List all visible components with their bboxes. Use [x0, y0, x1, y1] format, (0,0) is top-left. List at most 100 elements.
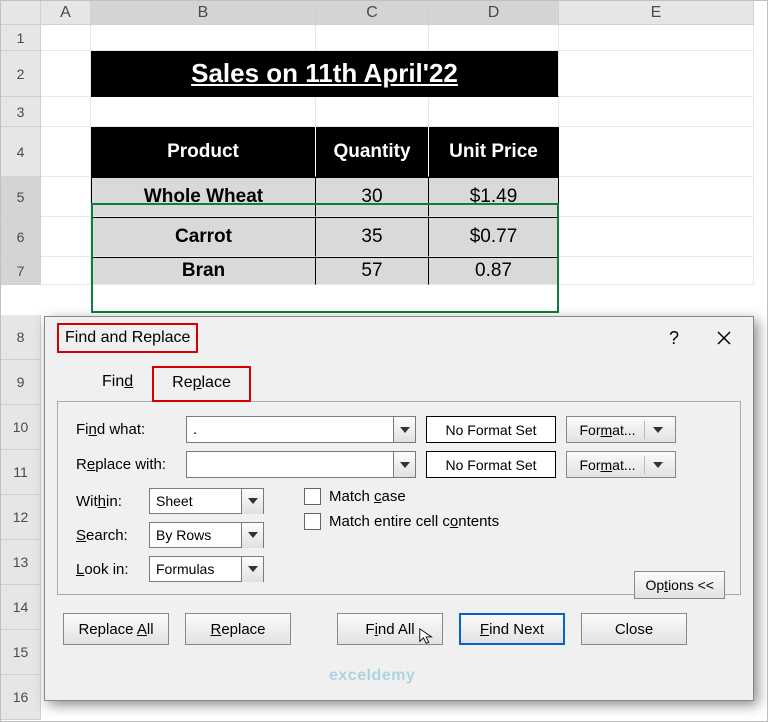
cell[interactable]	[429, 97, 559, 127]
cell[interactable]	[559, 51, 754, 97]
header-unit-price[interactable]: Unit Price	[429, 127, 559, 177]
close-icon[interactable]	[701, 323, 747, 353]
row-header-5[interactable]: 5	[1, 177, 41, 217]
row-header-8[interactable]: 8	[1, 315, 41, 360]
row-header-11[interactable]: 11	[1, 450, 41, 495]
cell[interactable]	[429, 25, 559, 51]
match-case-label: Match case	[329, 488, 406, 505]
cell-product[interactable]: Carrot	[91, 217, 316, 257]
cell-unit-price[interactable]: $0.77	[429, 217, 559, 257]
row-header-10[interactable]: 10	[1, 405, 41, 450]
row-header-7[interactable]: 7	[1, 257, 41, 285]
dialog-tabs: Find Replace	[57, 365, 741, 402]
look-in-dropdown[interactable]: Formulas	[149, 556, 264, 582]
select-all-corner[interactable]	[1, 1, 41, 25]
cell[interactable]	[316, 25, 429, 51]
row-header-1[interactable]: 1	[1, 25, 41, 51]
chevron-down-icon[interactable]	[241, 489, 263, 514]
replace-format-button[interactable]: Format...	[566, 451, 676, 478]
help-button[interactable]: ?	[651, 323, 697, 353]
row-header-9[interactable]: 9	[1, 360, 41, 405]
col-header-B[interactable]: B	[91, 1, 316, 25]
cell[interactable]	[559, 97, 754, 127]
row-headers-continued: 8 9 10 11 12 13 14 15 16	[1, 315, 41, 720]
cell[interactable]	[41, 25, 91, 51]
title-cell[interactable]: Sales on 11th April'22	[91, 51, 559, 97]
label-find-what: Find what:	[76, 421, 176, 438]
cell[interactable]	[559, 177, 754, 217]
cell[interactable]	[316, 97, 429, 127]
header-product[interactable]: Product	[91, 127, 316, 177]
chevron-down-icon[interactable]	[241, 557, 263, 582]
dialog-buttons: Replace All Replace Find All Find Next C…	[45, 595, 753, 655]
row-header-14[interactable]: 14	[1, 585, 41, 630]
cell[interactable]	[41, 51, 91, 97]
row-header-15[interactable]: 15	[1, 630, 41, 675]
cell-unit-price[interactable]: 0.87	[429, 257, 559, 285]
find-what-input[interactable]: .	[186, 416, 416, 443]
search-options-left: Within: Sheet Search: By Rows Look in:	[76, 488, 264, 590]
chevron-down-icon[interactable]	[393, 417, 415, 442]
find-what-value: .	[187, 421, 393, 438]
search-options-right: Match case Match entire cell contents	[304, 488, 499, 590]
row-header-13[interactable]: 13	[1, 540, 41, 585]
find-replace-dialog: Find and Replace ? Find Replace Find wha…	[44, 316, 754, 701]
cell-quantity[interactable]: 35	[316, 217, 429, 257]
cell-quantity[interactable]: 57	[316, 257, 429, 285]
match-case-checkbox[interactable]	[304, 488, 321, 505]
cell[interactable]	[41, 127, 91, 177]
cell-product[interactable]: Whole Wheat	[91, 177, 316, 217]
col-header-C[interactable]: C	[316, 1, 429, 25]
cell[interactable]	[91, 97, 316, 127]
match-entire-checkbox[interactable]	[304, 513, 321, 530]
row-header-2[interactable]: 2	[1, 51, 41, 97]
label-look-in: Look in:	[76, 561, 141, 578]
row-header-3[interactable]: 3	[1, 97, 41, 127]
within-dropdown[interactable]: Sheet	[149, 488, 264, 514]
cell[interactable]	[41, 217, 91, 257]
cell[interactable]	[559, 217, 754, 257]
chevron-down-icon[interactable]	[393, 452, 415, 477]
cell[interactable]	[559, 25, 754, 51]
cursor-icon	[418, 626, 436, 646]
label-within: Within:	[76, 493, 141, 510]
col-header-A[interactable]: A	[41, 1, 91, 25]
cell[interactable]	[559, 127, 754, 177]
cell-unit-price[interactable]: $1.49	[429, 177, 559, 217]
match-entire-label: Match entire cell contents	[329, 513, 499, 530]
cell[interactable]	[91, 25, 316, 51]
replace-button[interactable]: Replace	[185, 613, 291, 645]
row-header-4[interactable]: 4	[1, 127, 41, 177]
options-button[interactable]: Options <<	[634, 571, 725, 599]
cell[interactable]	[559, 257, 754, 285]
find-all-button[interactable]: Find All	[337, 613, 443, 645]
tab-find[interactable]: Find	[83, 366, 152, 402]
find-next-button[interactable]: Find Next	[459, 613, 565, 645]
replace-with-input[interactable]	[186, 451, 416, 478]
cell[interactable]	[41, 97, 91, 127]
cell[interactable]	[41, 177, 91, 217]
watermark: exceldemy	[329, 667, 415, 685]
col-header-D[interactable]: D	[429, 1, 559, 25]
dialog-panel: Find what: . No Format Set Format... Rep…	[57, 402, 741, 595]
cell-product[interactable]: Bran	[91, 257, 316, 285]
find-format-button[interactable]: Format...	[566, 416, 676, 443]
row-header-16[interactable]: 16	[1, 675, 41, 720]
header-quantity[interactable]: Quantity	[316, 127, 429, 177]
close-button[interactable]: Close	[581, 613, 687, 645]
find-format-preview: No Format Set	[426, 416, 556, 443]
row-header-6[interactable]: 6	[1, 217, 41, 257]
replace-all-button[interactable]: Replace All	[63, 613, 169, 645]
col-header-E[interactable]: E	[559, 1, 754, 25]
row-header-12[interactable]: 12	[1, 495, 41, 540]
label-search: Search:	[76, 527, 141, 544]
cell[interactable]	[41, 257, 91, 285]
cell-quantity[interactable]: 30	[316, 177, 429, 217]
replace-format-preview: No Format Set	[426, 451, 556, 478]
chevron-down-icon[interactable]	[241, 523, 263, 548]
search-dropdown[interactable]: By Rows	[149, 522, 264, 548]
label-replace-with: Replace with:	[76, 456, 176, 473]
spreadsheet: A B C D E 1 2 Sales on 11th April'22 3 4…	[1, 1, 767, 285]
tab-replace[interactable]: Replace	[152, 366, 251, 402]
dialog-titlebar[interactable]: Find and Replace ?	[45, 317, 753, 359]
